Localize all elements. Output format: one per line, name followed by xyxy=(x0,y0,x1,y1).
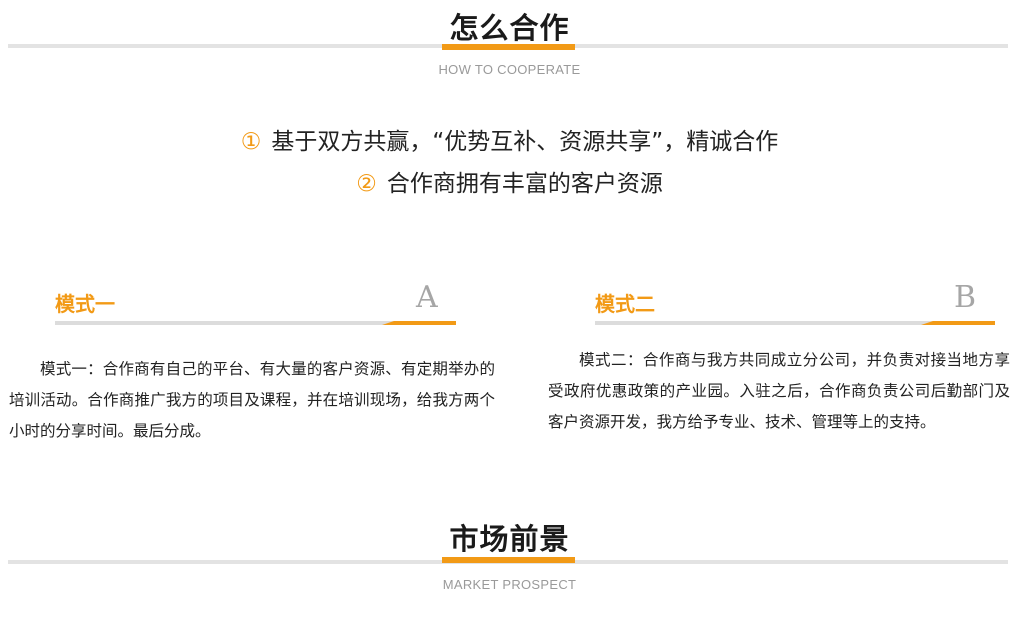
mode-description-a: 模式一：合作商有自己的平台、有大量的客户资源、有定期举办的培训活动。合作商推广我… xyxy=(9,360,495,440)
point-number: ① xyxy=(240,129,262,155)
section-title-underline xyxy=(442,44,575,50)
mode-description-b: 模式二：合作商与我方共同成立分公司，并负责对接当地方享受政府优惠政策的产业园。入… xyxy=(548,351,1010,431)
mode-title-a: 模式一 xyxy=(55,292,115,316)
section-subtitle-market: MARKET PROSPECT xyxy=(442,577,577,592)
mode-title-b: 模式二 xyxy=(595,292,655,316)
mode-letter-b: B xyxy=(954,280,977,315)
section-title-underline xyxy=(442,557,575,563)
mode-letter-a: A xyxy=(416,280,438,315)
section-title-cooperate: 怎么合作 xyxy=(449,11,570,45)
mode-accent-a xyxy=(382,321,456,325)
point-number: ② xyxy=(356,171,377,197)
section-subtitle-cooperate: HOW TO COOPERATE xyxy=(438,62,581,77)
point-text: 基于双方共赢，“优势互补、资源共享”，精诚合作 xyxy=(271,129,779,155)
mode-accent-b xyxy=(921,321,995,325)
section-title-market: 市场前景 xyxy=(449,522,570,556)
cooperate-point-2: ② 合作商拥有丰富的客户资源 xyxy=(0,164,1019,198)
point-text: 合作商拥有丰富的客户资源 xyxy=(386,171,663,197)
cooperate-point-1: ① 基于双方共赢，“优势互补、资源共享”，精诚合作 xyxy=(0,122,1019,156)
